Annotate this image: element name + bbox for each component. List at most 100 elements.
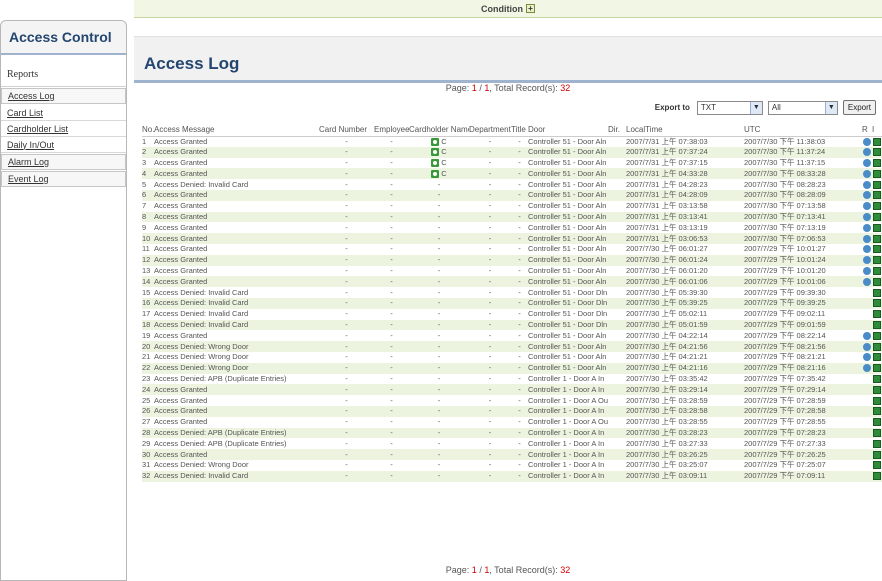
table-row[interactable]: 4 Access Granted - - C - - Controller 51 - Door… [142,168,882,180]
photo-icon[interactable] [863,353,871,362]
column-header[interactable]: Cardholder Name [409,124,469,137]
table-row[interactable]: 32 Access Denied: Invalid Card - - - - - Contro… [142,470,882,482]
record-icon[interactable] [873,439,881,448]
column-header[interactable]: Dir. [608,124,626,137]
table-row[interactable]: 21 Access Denied: Wrong Door - - - - - Controll… [142,352,882,363]
table-row[interactable]: 10 Access Granted - - - - - Controller 51 - Doo… [142,233,882,244]
column-header[interactable]: Department [469,124,511,137]
sidebar-item-event-log[interactable]: Event Log [1,171,126,187]
export-scope-select[interactable]: All ▼ [767,100,838,115]
record-icon[interactable] [873,342,881,351]
photo-icon[interactable] [863,202,871,211]
table-row[interactable]: 3 Access Granted - - C - - Controller 51 - Door… [142,158,882,169]
record-icon[interactable] [873,461,881,470]
photo-icon[interactable] [863,342,871,351]
table-row[interactable]: 23 Access Denied: APB (Duplicate Entries)… [142,374,882,385]
column-header[interactable]: Access Message [154,124,319,137]
record-icon[interactable] [873,418,881,427]
record-icon[interactable] [873,137,881,146]
table-row[interactable]: 2 Access Granted - - C - - Controller 51 - Door… [142,146,882,158]
table-row[interactable]: 14 Access Granted - - - - - Controller 51 - Doo… [142,276,882,288]
table-row[interactable]: 30 Access Granted - - - - - Controller 1 - Door… [142,449,882,460]
sidebar-item-card-list[interactable]: Card List [1,105,126,121]
record-icon[interactable] [873,245,881,254]
table-row[interactable]: 31 Access Denied: Wrong Door - - - - - Controll… [142,460,882,471]
photo-icon[interactable] [863,245,871,254]
sidebar-item-alarm-log[interactable]: Alarm Log [1,154,126,170]
table-row[interactable]: 12 Access Granted - - - - - Controller 51 - Doo… [142,254,882,266]
photo-icon[interactable] [863,331,871,340]
table-row[interactable]: 20 Access Denied: Wrong Door - - - - - Controll… [142,341,882,352]
column-header[interactable]: Title [511,124,528,137]
record-icon[interactable] [873,212,881,221]
table-row[interactable]: 13 Access Granted - - - - - Controller 51 - Doo… [142,266,882,277]
record-icon[interactable] [873,234,881,243]
column-header[interactable]: LocalTime [626,124,744,137]
record-icon[interactable] [873,396,881,405]
table-row[interactable]: 25 Access Granted - - - - - Controller 1 - Door… [142,395,882,406]
table-row[interactable]: 8 Access Granted - - - - - Controller 51 - Door… [142,211,882,223]
record-icon[interactable] [873,277,881,286]
sidebar-item-access-log[interactable]: Access Log [1,88,126,104]
photo-icon[interactable] [863,234,871,243]
photo-icon[interactable] [863,148,871,157]
photo-icon[interactable] [863,137,871,146]
record-icon[interactable] [873,364,881,373]
record-icon[interactable] [873,450,881,459]
record-icon[interactable] [873,223,881,232]
record-icon[interactable] [873,385,881,394]
record-icon[interactable] [873,299,881,308]
table-row[interactable]: 7 Access Granted - - - - - Controller 51 - Door… [142,201,882,212]
photo-icon[interactable] [863,266,871,275]
record-icon[interactable] [873,428,881,437]
photo-icon[interactable] [863,223,871,232]
column-header[interactable]: Employee [374,124,409,137]
photo-icon[interactable] [863,191,871,200]
chevron-down-icon[interactable]: ▼ [749,101,762,114]
sidebar-item-daily-in-out[interactable]: Daily In/Out [1,137,126,153]
record-icon[interactable] [873,159,881,167]
column-header[interactable]: No. [142,124,154,137]
export-button[interactable]: Export [842,100,876,115]
table-row[interactable]: 24 Access Granted - - - - - Controller 1 - Door… [142,384,882,396]
record-icon[interactable] [873,320,881,329]
record-icon[interactable] [873,407,881,416]
table-row[interactable]: 19 Access Granted - - - - - Controller 51 - Doo… [142,330,882,341]
chevron-down-icon[interactable]: ▼ [824,101,837,114]
photo-icon[interactable] [863,277,871,286]
column-header[interactable]: Door [528,124,608,137]
record-icon[interactable] [873,374,881,383]
record-icon[interactable] [873,353,881,362]
column-header[interactable]: R [862,124,872,137]
record-icon[interactable] [873,266,881,275]
column-header[interactable]: Card Number [319,124,374,137]
column-header[interactable]: UTC [744,124,862,137]
table-row[interactable]: 17 Access Denied: Invalid Card - - - - - Contro… [142,309,882,320]
record-icon[interactable] [873,288,881,297]
table-row[interactable]: 15 Access Denied: Invalid Card - - - - - Contro… [142,287,882,298]
sidebar-item-cardholder-list[interactable]: Cardholder List [1,121,126,137]
expand-icon[interactable]: + [526,4,535,13]
table-row[interactable]: 18 Access Denied: Invalid Card - - - - - Contro… [142,319,882,331]
record-icon[interactable] [873,180,881,189]
record-icon[interactable] [873,472,881,481]
photo-icon[interactable] [863,364,871,373]
record-icon[interactable] [873,331,881,340]
table-row[interactable]: 5 Access Denied: Invalid Card - - - - - Control… [142,179,882,190]
table-row[interactable]: 22 Access Denied: Wrong Door - - - - - Controll… [142,362,882,374]
condition-bar[interactable]: Condition + [134,0,882,18]
photo-icon[interactable] [863,169,871,178]
table-row[interactable]: 26 Access Granted - - - - - Controller 1 - Door… [142,405,882,417]
table-row[interactable]: 6 Access Granted - - - - - Controller 51 - Door… [142,189,882,201]
record-icon[interactable] [873,148,881,157]
table-row[interactable]: 9 Access Granted - - - - - Controller 51 - Door… [142,222,882,233]
record-icon[interactable] [873,256,881,265]
column-header[interactable]: I [872,124,882,137]
photo-icon[interactable] [863,256,871,265]
table-row[interactable]: 29 Access Denied: APB (Duplicate Entries)… [142,438,882,449]
table-row[interactable]: 27 Access Granted - - - - - Controller 1 - Door… [142,417,882,428]
photo-icon[interactable] [863,212,871,221]
record-icon[interactable] [873,169,881,178]
record-icon[interactable] [873,310,881,319]
photo-icon[interactable] [863,180,871,189]
